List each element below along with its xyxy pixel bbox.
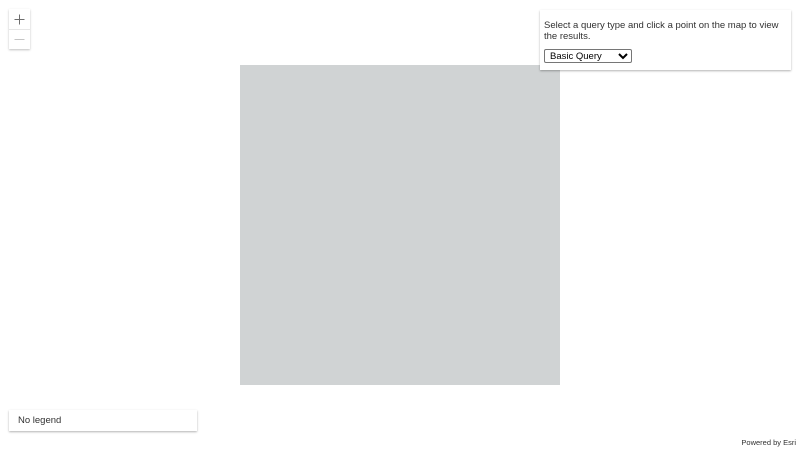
attribution-text: Powered by Esri bbox=[741, 437, 796, 447]
map-layer-extent[interactable] bbox=[240, 65, 560, 385]
zoom-in-button[interactable] bbox=[9, 9, 30, 29]
query-type-select[interactable]: Basic Query bbox=[544, 49, 632, 63]
zoom-out-button[interactable] bbox=[9, 29, 30, 49]
query-instructions: Select a query type and click a point on… bbox=[544, 20, 779, 42]
zoom-widget bbox=[9, 9, 30, 49]
legend-panel: No legend bbox=[9, 410, 197, 431]
legend-text: No legend bbox=[18, 415, 62, 426]
attribution[interactable]: Powered by Esri bbox=[740, 435, 797, 449]
plus-icon bbox=[14, 14, 25, 24]
query-panel: Select a query type and click a point on… bbox=[540, 10, 791, 70]
map-view[interactable]: Select a query type and click a point on… bbox=[0, 0, 800, 450]
minus-icon bbox=[14, 39, 25, 40]
